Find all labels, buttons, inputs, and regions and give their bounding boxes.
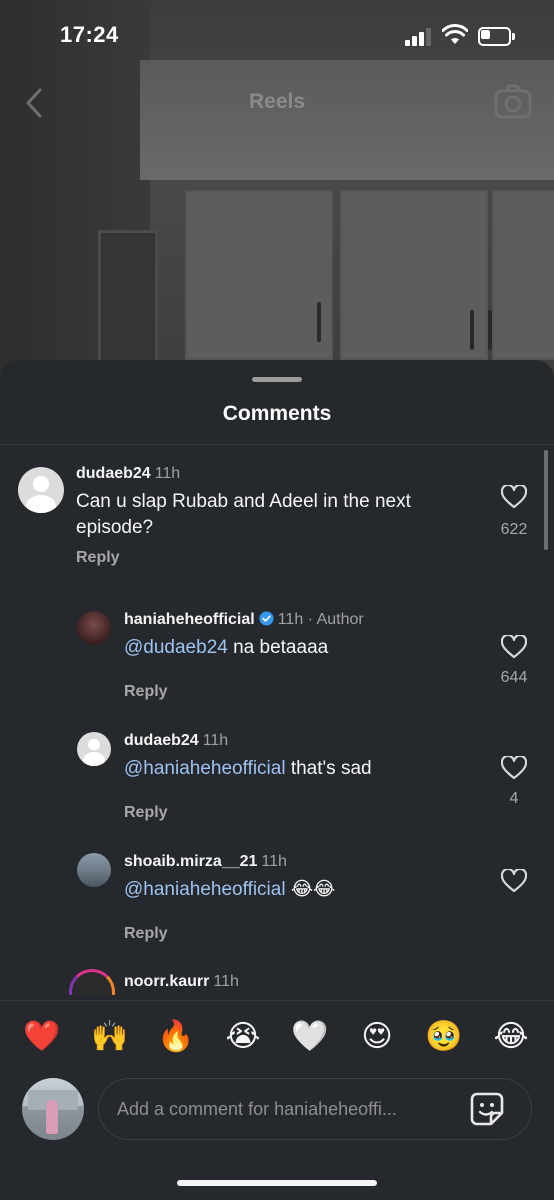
comment-text: that's sad [285,758,372,779]
comment-time: 11h [261,853,287,870]
status-time: 17:24 [60,22,119,47]
like-count: 4 [509,790,519,807]
heart-like-icon[interactable] [501,756,527,780]
user-avatar [22,1078,84,1140]
emoji-heart-eyes[interactable]: 😍 [357,1017,397,1057]
comment-username[interactable]: haniaheheofficial [124,611,255,628]
avatar[interactable] [77,853,111,887]
like-count: 622 [500,521,528,538]
avatar[interactable] [18,467,64,513]
cabinet [340,190,492,360]
comment-username[interactable]: dudaeb24 [76,465,151,482]
status-bar: 17:24 [0,0,554,74]
comments-list[interactable]: dudaeb24 11h Can u slap Rubab and Adeel i… [0,445,554,995]
emoji-fire[interactable]: 🔥 [156,1017,196,1057]
comment-time: 11h [202,732,229,749]
emoji-white-heart[interactable]: 🤍 [290,1017,330,1057]
like-count: 644 [500,669,528,686]
heart-like-icon[interactable] [501,869,527,893]
verified-badge-icon [259,611,274,626]
wifi-icon [442,24,468,44]
avatar[interactable] [77,611,111,645]
comment-reply-item: noorr.kaurr 11h [0,969,554,995]
comment-input[interactable]: Add a comment for haniaheheoffi... [98,1078,532,1140]
cellular-signal-icon [405,28,433,46]
comments-sheet: Comments dudaeb24 11h Can u slap Rubab an… [0,360,554,1200]
sheet-title: Comments [222,402,332,425]
scrollbar[interactable] [544,450,548,550]
mention-link[interactable]: @dudaeb24 [124,637,228,658]
emoji-raised-hands[interactable]: 🙌 [90,1017,130,1057]
author-tag: · Author [307,611,364,628]
emoji-quick-bar: ❤️ 🙌 🔥 😭 🤍 😍 🥹 😂 [0,1000,554,1072]
home-indicator[interactable] [177,1180,377,1186]
comment-item: dudaeb24 11h Can u slap Rubab and Adeel i… [0,465,554,585]
mention-link[interactable]: @haniaheheofficial [124,879,286,900]
door [98,230,158,370]
comment-text: na betaaaa [227,637,329,658]
comment-text: 😂😂 [285,879,336,900]
cabinet [492,190,554,360]
emoji-red-heart[interactable]: ❤️ [22,1017,62,1057]
emoji-joy[interactable]: 😂 [491,1017,531,1057]
comment-time: 11h [277,611,304,628]
comment-reply-item: haniaheheofficial 11h · Author @dudaeb24 … [0,611,554,711]
emoji-holding-back-tears[interactable]: 🥹 [424,1017,464,1057]
comment-reply-item: dudaeb24 11h @haniaheheofficial that's sa… [0,732,554,832]
heart-like-icon[interactable] [501,635,527,659]
top-navigation: Reels [0,78,554,128]
reply-button[interactable]: Reply [76,549,120,567]
comment-time: 11h [154,465,181,482]
comment-username[interactable]: dudaeb24 [124,732,199,749]
mention-link[interactable]: @haniaheheofficial [124,758,286,779]
reply-button[interactable]: Reply [124,925,168,943]
heart-like-icon[interactable] [501,485,527,509]
emoji-crying[interactable]: 😭 [223,1017,263,1057]
camera-icon[interactable] [494,84,532,120]
comment-text: Can u slap Rubab and Adeel in the next e… [76,491,411,538]
comment-time: 11h [213,973,239,990]
battery-icon [478,27,516,46]
avatar[interactable] [77,732,111,766]
comment-reply-item: shoaib.mirza__21 11h @haniaheheofficial 😂… [0,853,554,953]
cabinet [185,190,333,360]
comment-username[interactable]: shoaib.mirza__21 [124,853,257,870]
avatar[interactable] [69,969,115,995]
sheet-grabber-handle[interactable] [252,377,302,382]
comment-username[interactable]: noorr.kaurr [124,973,209,990]
reply-button[interactable]: Reply [124,804,168,822]
page-title: Reels [248,90,306,113]
comment-input-placeholder: Add a comment for haniaheheoffi... [117,1099,397,1119]
reply-button[interactable]: Reply [124,683,168,701]
sticker-icon[interactable] [469,1091,505,1127]
